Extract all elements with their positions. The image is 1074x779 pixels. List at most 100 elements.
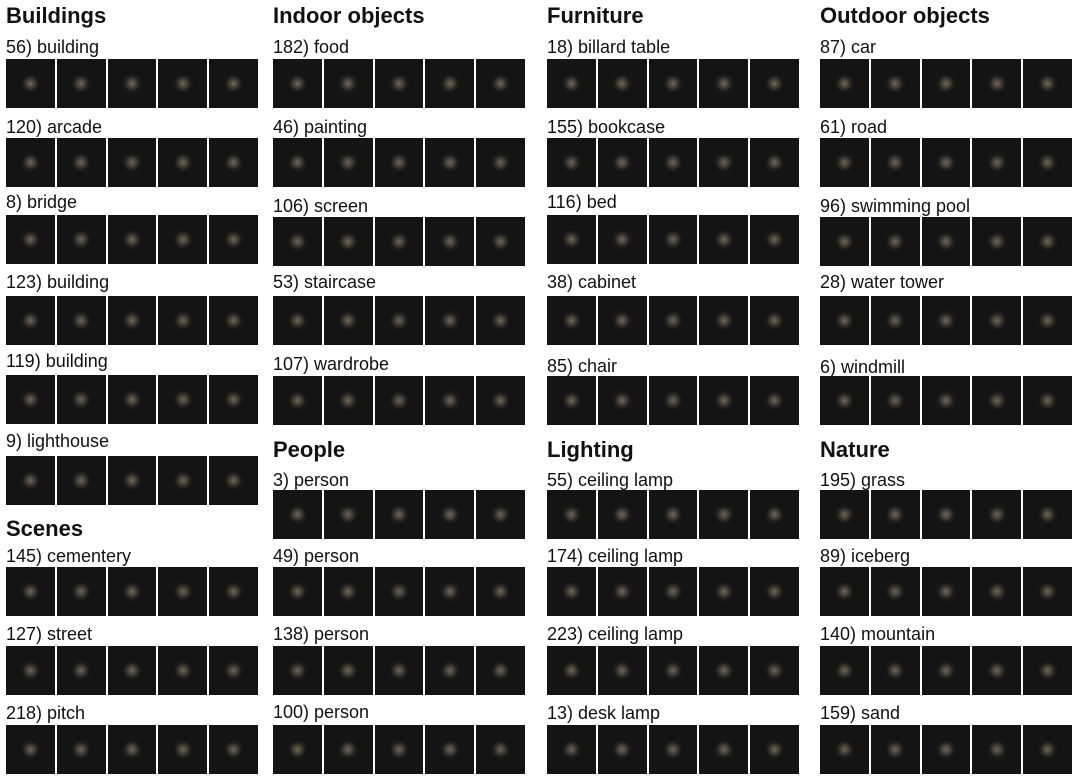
image-thumbnail bbox=[699, 376, 749, 425]
image-thumbnail bbox=[425, 567, 475, 616]
image-thumbnail bbox=[6, 138, 55, 187]
image-thumbnail bbox=[476, 567, 525, 616]
unit-label: 140) mountain bbox=[820, 624, 936, 644]
unit-label: 174) ceiling lamp bbox=[547, 546, 684, 566]
image-thumbnail bbox=[750, 567, 799, 616]
image-thumbnail bbox=[750, 376, 799, 425]
image-thumbnail bbox=[374, 376, 424, 425]
image-thumbnail bbox=[547, 725, 596, 774]
image-thumbnail bbox=[273, 567, 322, 616]
image-thumbnail bbox=[476, 725, 525, 774]
image-thumbnail bbox=[820, 138, 869, 187]
image-strip bbox=[273, 490, 525, 539]
image-thumbnail bbox=[1023, 59, 1072, 108]
category-heading-lighting: Lighting bbox=[547, 437, 634, 462]
image-thumbnail bbox=[273, 646, 322, 695]
unit-label: 85) chair bbox=[547, 356, 618, 376]
category-heading-nature: Nature bbox=[820, 437, 890, 462]
image-strip bbox=[547, 567, 799, 616]
image-thumbnail bbox=[1023, 646, 1072, 695]
image-thumbnail bbox=[158, 296, 208, 345]
image-thumbnail bbox=[597, 376, 647, 425]
unit-label: 155) bookcase bbox=[547, 117, 666, 137]
image-thumbnail bbox=[374, 567, 424, 616]
image-strip bbox=[820, 59, 1072, 108]
image-strip bbox=[820, 567, 1072, 616]
image-thumbnail bbox=[6, 646, 55, 695]
image-thumbnail bbox=[273, 59, 322, 108]
image-thumbnail bbox=[273, 376, 322, 425]
image-thumbnail bbox=[273, 138, 322, 187]
unit-label: 159) sand bbox=[820, 703, 901, 723]
image-thumbnail bbox=[209, 725, 258, 774]
image-thumbnail bbox=[597, 59, 647, 108]
image-thumbnail bbox=[699, 567, 749, 616]
image-thumbnail bbox=[425, 296, 475, 345]
image-thumbnail bbox=[648, 215, 698, 264]
image-thumbnail bbox=[107, 138, 157, 187]
image-thumbnail bbox=[921, 138, 971, 187]
image-thumbnail bbox=[648, 490, 698, 539]
image-thumbnail bbox=[323, 138, 373, 187]
image-thumbnail bbox=[699, 296, 749, 345]
image-thumbnail bbox=[209, 375, 258, 424]
image-thumbnail bbox=[158, 59, 208, 108]
image-thumbnail bbox=[870, 376, 920, 425]
image-thumbnail bbox=[1023, 725, 1072, 774]
image-thumbnail bbox=[1023, 376, 1072, 425]
image-thumbnail bbox=[547, 138, 596, 187]
image-strip bbox=[820, 646, 1072, 695]
unit-label: 6) windmill bbox=[820, 357, 906, 377]
category-heading-outdoor-objects: Outdoor objects bbox=[820, 3, 990, 28]
image-thumbnail bbox=[820, 376, 869, 425]
image-thumbnail bbox=[273, 490, 322, 539]
image-thumbnail bbox=[750, 59, 799, 108]
image-thumbnail bbox=[323, 490, 373, 539]
image-thumbnail bbox=[750, 138, 799, 187]
image-thumbnail bbox=[972, 59, 1022, 108]
unit-label: 120) arcade bbox=[6, 117, 103, 137]
unit-label: 61) road bbox=[820, 117, 888, 137]
image-thumbnail bbox=[921, 646, 971, 695]
image-thumbnail bbox=[476, 296, 525, 345]
image-thumbnail bbox=[323, 567, 373, 616]
image-thumbnail bbox=[820, 567, 869, 616]
image-strip bbox=[273, 725, 525, 774]
image-thumbnail bbox=[648, 567, 698, 616]
unit-label: 116) bed bbox=[547, 192, 617, 212]
image-thumbnail bbox=[6, 456, 55, 505]
image-thumbnail bbox=[547, 215, 596, 264]
image-strip bbox=[273, 567, 525, 616]
image-strip bbox=[273, 296, 525, 345]
image-thumbnail bbox=[107, 646, 157, 695]
unit-label: 123) building bbox=[6, 272, 110, 292]
image-thumbnail bbox=[547, 490, 596, 539]
image-thumbnail bbox=[323, 725, 373, 774]
unit-label: 38) cabinet bbox=[547, 272, 637, 292]
image-strip bbox=[273, 59, 525, 108]
image-thumbnail bbox=[273, 217, 322, 266]
image-thumbnail bbox=[56, 138, 106, 187]
image-thumbnail bbox=[476, 217, 525, 266]
image-thumbnail bbox=[648, 376, 698, 425]
image-thumbnail bbox=[425, 725, 475, 774]
unit-label: 49) person bbox=[273, 546, 360, 566]
image-thumbnail bbox=[107, 215, 157, 264]
image-thumbnail bbox=[921, 376, 971, 425]
image-strip bbox=[6, 725, 258, 774]
image-thumbnail bbox=[56, 646, 106, 695]
image-thumbnail bbox=[209, 138, 258, 187]
image-thumbnail bbox=[56, 59, 106, 108]
image-strip bbox=[273, 138, 525, 187]
unit-label: 96) swimming pool bbox=[820, 196, 971, 216]
image-thumbnail bbox=[425, 376, 475, 425]
image-thumbnail bbox=[1023, 217, 1072, 266]
image-strip bbox=[6, 215, 258, 264]
image-thumbnail bbox=[6, 725, 55, 774]
image-thumbnail bbox=[209, 567, 258, 616]
image-thumbnail bbox=[107, 725, 157, 774]
image-thumbnail bbox=[6, 567, 55, 616]
image-thumbnail bbox=[323, 646, 373, 695]
image-thumbnail bbox=[547, 646, 596, 695]
unit-label: 89) iceberg bbox=[820, 546, 911, 566]
